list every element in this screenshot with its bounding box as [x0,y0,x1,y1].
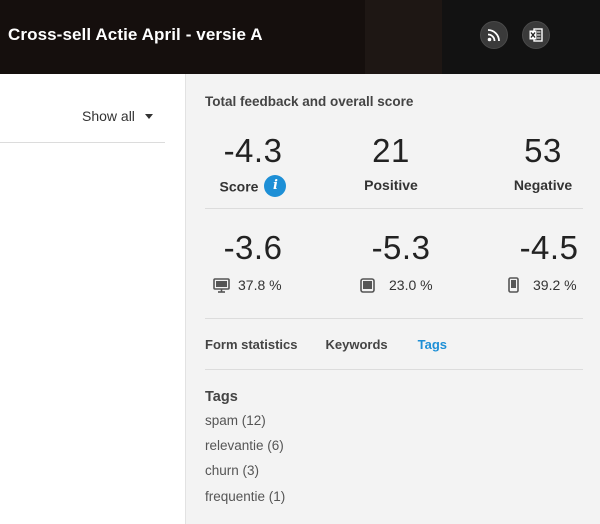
negative-stat: 53 Negative [498,134,588,193]
positive-stat: 21 Positive [346,134,436,193]
show-all-dropdown[interactable]: Show all [82,108,153,124]
divider [205,208,583,209]
rss-icon [487,29,500,42]
positive-value: 21 [372,132,410,169]
desktop-icon [213,277,230,293]
left-pane: Show all [0,74,185,524]
tab-keywords[interactable]: Keywords [325,337,387,352]
tablet-score: -5.3 [356,231,446,264]
excel-icon [529,28,543,42]
tag-item[interactable]: churn (3) [205,463,259,478]
tag-item[interactable]: frequentie (1) [205,489,285,504]
mobile-score: -4.5 [504,231,594,264]
desktop-share: 37.8 % [213,277,282,293]
top-bar: Cross-sell Actie April - versie A [0,0,600,74]
excel-export-button[interactable] [522,21,550,49]
tab-tags[interactable]: Tags [418,337,447,352]
tag-item[interactable]: relevantie (6) [205,438,284,453]
divider [205,369,583,370]
caret-down-icon [144,113,153,119]
mobile-icon [508,277,519,293]
desktop-score: -3.6 [208,231,298,264]
tag-item[interactable]: spam (12) [205,413,266,428]
score-value: -4.3 [223,132,283,169]
header-bg [442,0,600,74]
page-title: Cross-sell Actie April - versie A [8,25,263,44]
mobile-share: 39.2 % [508,277,577,293]
stats-tabs: Form statistics Keywords Tags [205,337,447,352]
desktop-percent: 37.8 % [238,277,282,293]
mobile-score-value: -4.5 [519,229,579,266]
show-all-label: Show all [82,108,135,124]
desktop-score-value: -3.6 [223,229,283,266]
header-bg [365,0,442,74]
feedback-panel: Total feedback and overall score -4.3 Sc… [185,74,600,524]
positive-label: Positive [364,177,418,193]
mobile-percent: 39.2 % [533,277,577,293]
divider [0,142,165,143]
tab-form-statistics[interactable]: Form statistics [205,337,297,352]
negative-value: 53 [524,132,562,169]
tablet-score-value: -5.3 [371,229,431,266]
info-icon[interactable]: i [264,175,287,197]
negative-label: Negative [513,177,573,193]
divider [205,318,583,319]
tablet-share: 23.0 % [360,277,433,293]
rss-button[interactable] [480,21,508,49]
tablet-icon [360,277,375,293]
tags-heading: Tags [205,389,238,405]
score-stat: -4.3 Score i [208,134,298,199]
panel-title: Total feedback and overall score [205,94,414,109]
tablet-percent: 23.0 % [389,277,433,293]
score-label: Score [219,178,259,195]
